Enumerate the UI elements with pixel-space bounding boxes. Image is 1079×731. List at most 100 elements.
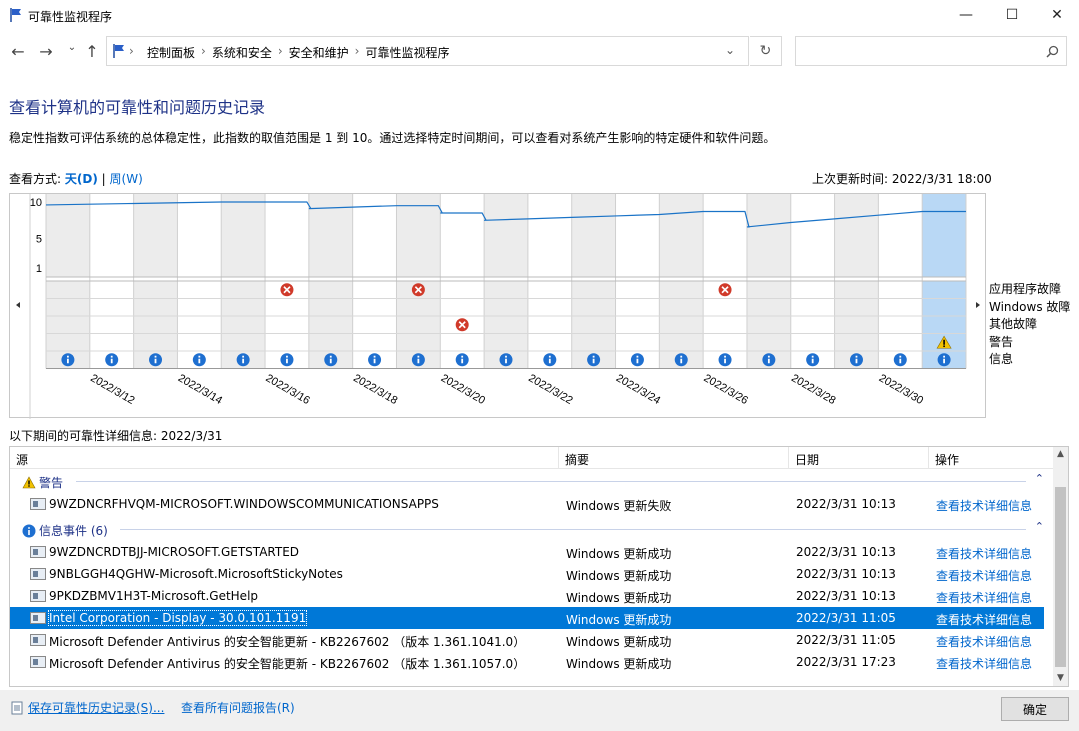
scroll-up-icon[interactable]: ▲	[1053, 449, 1068, 459]
cell-summary: Windows 更新成功	[566, 613, 672, 627]
back-button[interactable]: ←	[8, 42, 28, 61]
save-history-link[interactable]: 保存可靠性历史记录(S)...	[10, 699, 164, 716]
cell-date: 2022/3/31 10:13	[796, 567, 896, 581]
group-warnings[interactable]: 警告 ⌃	[10, 470, 1054, 492]
view-technical-details-link[interactable]: 查看技术详细信息	[936, 545, 1032, 562]
table-row[interactable]: 9PKDZBMV1H3T-Microsoft.GetHelp Windows 更新…	[10, 585, 1044, 607]
view-day-link[interactable]: 天(D)	[65, 172, 98, 186]
view-technical-details-link[interactable]: 查看技术详细信息	[936, 633, 1032, 650]
reliability-chart[interactable]: 10 5 1 2022/3/12 2022/3/14 2022/3/16 2022/3/18…	[9, 193, 986, 419]
maximize-button[interactable]: ☐	[989, 0, 1035, 30]
view-technical-details-link[interactable]: 查看技术详细信息	[936, 567, 1032, 584]
last-updated: 上次更新时间: 2022/3/31 18:00	[812, 172, 992, 186]
application-icon	[30, 568, 46, 580]
table-row[interactable]: Microsoft Defender Antivirus 的安全智能更新 - K…	[10, 651, 1044, 673]
view-technical-details-link[interactable]: 查看技术详细信息	[936, 655, 1032, 672]
column-header-action[interactable]: 操作	[935, 451, 959, 468]
x-tick-label: 2022/3/24	[614, 372, 662, 407]
recent-dropdown-icon[interactable]: ⌄	[62, 42, 82, 53]
y-tick-label: 10	[30, 197, 42, 209]
refresh-button[interactable]: ↻	[750, 36, 782, 66]
chevron-right-icon: ›	[129, 44, 134, 58]
group-info-label: 信息事件 (6)	[22, 522, 108, 539]
table-scrollbar[interactable]: ▲ ▼	[1053, 447, 1068, 686]
chevron-down-icon[interactable]: ⌄	[725, 43, 735, 57]
table-row[interactable]: 9NBLGGH4QGHW-Microsoft.MicrosoftStickyNo…	[10, 563, 1044, 585]
scrollbar-thumb[interactable]	[1055, 487, 1066, 667]
minimize-button[interactable]: —	[943, 0, 989, 30]
application-icon	[30, 590, 46, 602]
day-column	[46, 194, 90, 277]
chart-row-labels: 应用程序故障 Windows 故障 其他故障 警告 信息	[989, 281, 1070, 369]
view-mode-label: 查看方式:	[9, 172, 62, 186]
address-bar[interactable]: › 控制面板 › 系统和安全 › 安全和维护 › 可靠性监视程序 ⌄	[106, 36, 749, 66]
cell-summary: Windows 更新成功	[566, 569, 672, 583]
table-row[interactable]: 9WZDNCRDTBJJ-MICROSOFT.GETSTARTED Windows…	[10, 541, 1044, 563]
group-info-text: 信息事件 (6)	[39, 524, 108, 538]
forward-button[interactable]: →	[36, 42, 56, 61]
day-column	[89, 194, 134, 277]
up-button[interactable]: ↑	[82, 42, 102, 61]
cell-source: Microsoft Defender Antivirus 的安全智能更新 - K…	[49, 657, 526, 671]
day-column	[221, 194, 266, 277]
row-label-warnings: 警告	[989, 334, 1014, 349]
search-input[interactable]	[795, 36, 1067, 66]
breadcrumb-item[interactable]: 可靠性监视程序	[365, 44, 449, 61]
save-history-text: 保存可靠性历史记录(S)...	[28, 701, 165, 715]
x-tick-label: 2022/3/28	[789, 372, 837, 407]
search-icon	[1046, 45, 1059, 58]
close-button[interactable]: ✕	[1034, 0, 1079, 30]
day-column	[878, 194, 923, 277]
view-technical-details-link[interactable]: 查看技术详细信息	[936, 611, 1032, 628]
day-column	[703, 194, 747, 277]
y-tick-label: 5	[36, 234, 42, 246]
column-header-summary[interactable]: 摘要	[565, 451, 589, 468]
column-header-date[interactable]: 日期	[795, 451, 819, 468]
day-column	[922, 194, 966, 277]
view-technical-details-link[interactable]: 查看技术详细信息	[936, 589, 1032, 606]
chevron-right-icon: ›	[201, 44, 206, 58]
scroll-down-icon[interactable]: ▼	[1053, 673, 1068, 683]
title-bar: 可靠性监视程序 — ☐ ✕	[0, 0, 1079, 30]
table-row[interactable]: Intel Corporation - Display - 30.0.101.1…	[10, 607, 1044, 629]
chevron-up-icon[interactable]: ⌃	[1035, 472, 1044, 485]
breadcrumb-item[interactable]: 控制面板	[147, 44, 195, 61]
cell-summary: Windows 更新失败	[566, 499, 672, 513]
view-week-link[interactable]: 周(W)	[110, 172, 143, 186]
group-info[interactable]: 信息事件 (6) ⌃	[10, 518, 1054, 540]
row-label-info: 信息	[989, 352, 1014, 366]
cell-summary: Windows 更新成功	[566, 657, 672, 671]
day-column	[615, 194, 660, 277]
group-warnings-label: 警告	[22, 474, 63, 491]
cell-source: 9PKDZBMV1H3T-Microsoft.GetHelp	[49, 589, 259, 603]
column-header-source[interactable]: 源	[16, 451, 28, 468]
view-mode: 查看方式: 天(D) | 周(W)	[9, 170, 143, 187]
breadcrumb-item[interactable]: 系统和安全	[212, 44, 272, 61]
application-icon	[30, 546, 46, 558]
cell-source: Intel Corporation - Display - 30.0.101.1…	[47, 610, 308, 626]
flag-icon	[113, 44, 124, 58]
day-column	[571, 194, 616, 277]
day-column	[440, 194, 485, 277]
day-column	[834, 194, 879, 277]
x-tick-label: 2022/3/14	[176, 372, 224, 407]
reliability-chart-svg: 10 5 1 2022/3/12 2022/3/14 2022/3/16 2022/3/18…	[16, 194, 980, 419]
scroll-right-icon	[976, 302, 980, 308]
cell-source: 9WZDNCRDTBJJ-MICROSOFT.GETSTARTED	[49, 545, 300, 559]
cell-summary: Windows 更新成功	[566, 635, 672, 649]
warning-icon	[22, 476, 36, 489]
view-technical-details-link[interactable]: 查看技术详细信息	[936, 497, 1032, 514]
table-row[interactable]: 9WZDNCRFHVQM-MICROSOFT.WINDOWSCOMMUNICAT…	[10, 493, 1044, 515]
day-column	[308, 194, 353, 277]
ok-button[interactable]: 确定	[1001, 697, 1069, 721]
table-header: 源 摘要 日期 ⌃ 操作	[10, 447, 1054, 469]
cell-date: 2022/3/31 10:13	[796, 589, 896, 603]
application-icon	[30, 498, 46, 510]
day-column	[177, 194, 222, 277]
row-label-windows-failures: Windows 故障	[989, 299, 1071, 314]
view-all-reports-link[interactable]: 查看所有问题报告(R)	[181, 699, 295, 716]
chevron-up-icon[interactable]: ⌃	[1035, 520, 1044, 533]
breadcrumb-item[interactable]: 安全和维护	[289, 44, 349, 61]
x-tick-label: 2022/3/16	[263, 372, 311, 407]
table-row[interactable]: Microsoft Defender Antivirus 的安全智能更新 - K…	[10, 629, 1044, 651]
